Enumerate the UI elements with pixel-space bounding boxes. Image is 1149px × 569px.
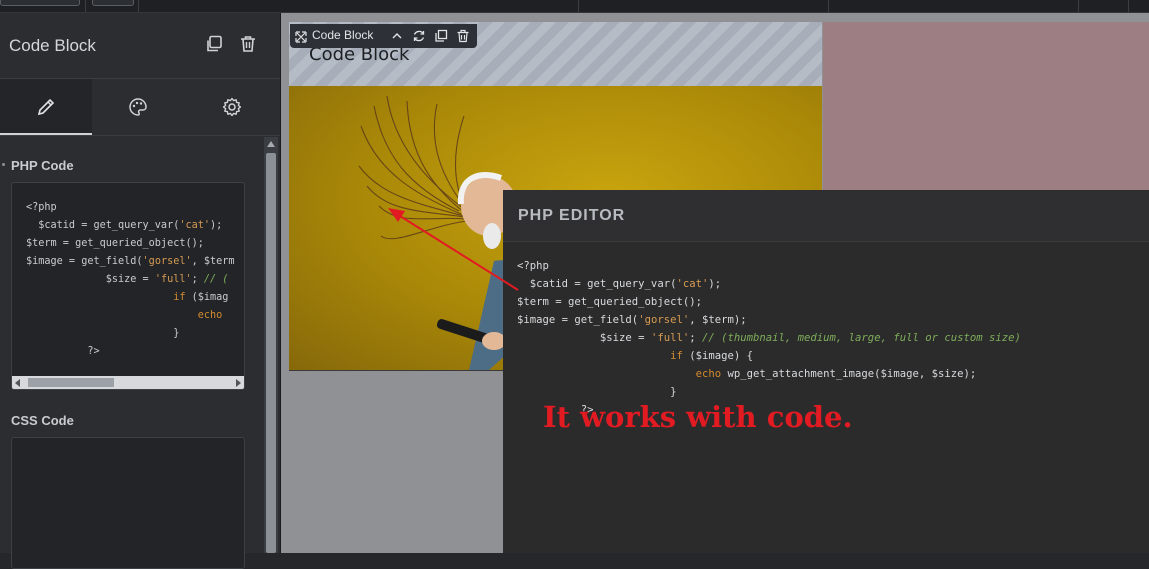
php-editor-panel: PHP EDITOR <?php $catid = get_query_var(… <box>503 190 1149 553</box>
tab-style[interactable] <box>92 79 186 135</box>
scrollbar-thumb[interactable] <box>266 153 276 553</box>
image-placeholder <box>823 22 1149 202</box>
scrollbar-thumb[interactable] <box>28 378 114 387</box>
panel-tabs <box>0 79 280 136</box>
php-code-preview: <?php $catid = get_query_var('cat'); $te… <box>26 202 235 357</box>
php-editor-code[interactable]: <?php $catid = get_query_var('cat'); $te… <box>517 257 1021 419</box>
php-editor-header: PHP EDITOR <box>503 190 1149 242</box>
section-bullet <box>2 163 5 166</box>
php-code-label: PHP Code <box>11 158 74 173</box>
settings-panel: Code Block PHP Code <?php $catid = get_q… <box>0 13 281 569</box>
css-code-input[interactable] <box>11 437 245 569</box>
move-icon[interactable] <box>295 30 309 44</box>
top-bar-button[interactable] <box>92 0 134 6</box>
copy-icon[interactable] <box>434 29 448 43</box>
panel-title: Code Block <box>9 36 96 55</box>
top-bar <box>0 0 1149 13</box>
divider <box>1128 0 1129 12</box>
php-code-input[interactable]: <?php $catid = get_query_var('cat'); $te… <box>11 182 245 390</box>
scroll-up-icon[interactable] <box>267 141 275 147</box>
gear-icon <box>222 97 242 117</box>
chevron-up-icon[interactable] <box>390 29 404 43</box>
scroll-right-icon[interactable] <box>236 379 241 387</box>
php-editor-title: PHP EDITOR <box>518 207 626 224</box>
duplicate-icon[interactable] <box>205 35 225 55</box>
divider <box>1078 0 1079 12</box>
trash-icon[interactable] <box>239 35 259 55</box>
delete-icon[interactable] <box>456 29 470 43</box>
panel-scrollbar[interactable] <box>264 137 278 553</box>
refresh-icon[interactable] <box>412 29 426 43</box>
panel-header: Code Block <box>0 13 280 79</box>
horizontal-scrollbar[interactable] <box>12 376 244 389</box>
pencil-icon <box>37 98 55 116</box>
divider <box>138 0 139 12</box>
divider <box>828 0 829 12</box>
top-bar-button[interactable] <box>0 0 80 6</box>
tab-advanced[interactable] <box>186 79 280 135</box>
palette-icon <box>129 98 147 116</box>
css-code-label: CSS Code <box>11 413 74 428</box>
toolbar-label: Code Block <box>312 28 374 42</box>
divider <box>85 0 86 12</box>
scroll-left-icon[interactable] <box>15 379 20 387</box>
divider <box>578 0 579 12</box>
tab-content[interactable] <box>0 79 92 135</box>
element-toolbar[interactable]: Code Block <box>290 24 477 48</box>
annotation-text: It works with code. <box>543 400 853 434</box>
